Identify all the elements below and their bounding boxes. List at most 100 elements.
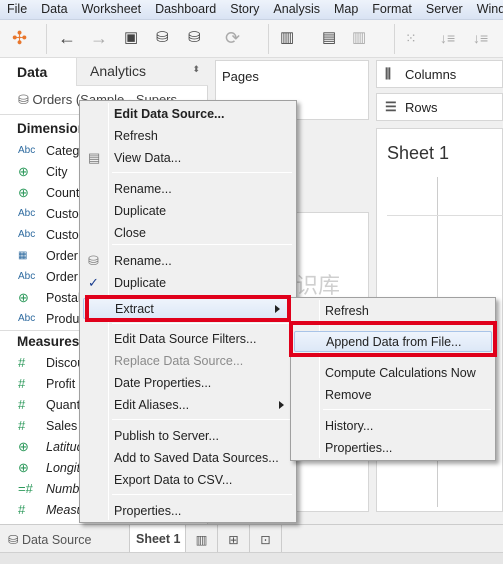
menu-item-label: Edit Aliases... — [114, 398, 190, 412]
menu-item-append-data-from-file[interactable]: Append Data from File... — [294, 331, 492, 352]
menu-item-label: Edit Data Source Filters... — [114, 332, 257, 346]
globe-icon: ⊕ — [18, 164, 29, 179]
menu-item-compute-calculations-now[interactable]: Compute Calculations Now — [291, 363, 495, 384]
menu-item-refresh[interactable]: Refresh — [291, 301, 495, 322]
menu-item-publish-to-server[interactable]: Publish to Server... — [80, 426, 296, 447]
menu-format[interactable]: Format — [365, 0, 419, 19]
menu-window[interactable]: Window — [470, 0, 503, 19]
menu-item-history[interactable]: History... — [291, 416, 495, 437]
columns-shelf[interactable]: ⫼ Columns — [376, 60, 503, 88]
menu-item-label: Refresh — [325, 304, 369, 318]
new-worksheet-icon[interactable]: ▥ — [186, 525, 218, 553]
sheet-title: Sheet 1 — [387, 143, 450, 163]
data-source-tab-label: Data Source — [21, 533, 92, 547]
submenu-arrow-icon — [279, 401, 284, 409]
menu-item-label: Edit Data Source... — [114, 107, 225, 121]
menu-item-label: Extract — [115, 302, 154, 316]
view-data-icon: ▤ — [88, 150, 101, 165]
duplicate-sheet-icon[interactable]: ▤ — [322, 28, 336, 48]
new-dashboard-icon[interactable]: ⊞ — [218, 525, 250, 553]
rows-icon: ☰ — [385, 99, 397, 114]
status-bar — [0, 552, 503, 564]
menu-item-label: Append Data from File... — [326, 335, 462, 349]
number-icon: # — [18, 376, 26, 391]
field-label: Order — [46, 270, 78, 284]
rows-shelf[interactable]: ☰ Rows — [376, 93, 503, 121]
menu-item-label: Duplicate — [114, 276, 167, 290]
menu-item-label: Publish to Server... — [114, 429, 219, 443]
new-worksheet-icon[interactable]: ▥ — [280, 28, 294, 48]
new-story-icon[interactable]: ⊡ — [250, 525, 282, 553]
menu-item-properties[interactable]: Properties... — [80, 501, 296, 522]
rows-label: Rows — [405, 100, 438, 115]
context-menu: Edit Data Source... Refresh View Data... Re… — [79, 100, 297, 523]
menu-server[interactable]: Server — [419, 0, 470, 19]
pages-label: Pages — [222, 69, 259, 84]
data-source-icon: ⛁ — [88, 253, 99, 268]
menu-item-label: Refresh — [114, 129, 158, 143]
menu-item-label: Close — [114, 226, 146, 240]
refresh-icon[interactable]: ⟳ — [225, 28, 240, 48]
data-source-tab[interactable]: ⛁ Data Source — [0, 525, 130, 553]
menu-item-view-data[interactable]: View Data... — [80, 148, 296, 169]
menu-map[interactable]: Map — [327, 0, 365, 19]
undo-icon[interactable]: ← — [58, 28, 76, 48]
text-type-icon: Abc — [18, 208, 36, 219]
clear-sheet-icon[interactable]: ▥ — [352, 28, 366, 48]
sort-ascending-icon[interactable]: ↓≡ — [440, 28, 455, 48]
menu-item-export-data-to-csv[interactable]: Export Data to CSV... — [80, 470, 296, 491]
field-label: City — [46, 165, 68, 179]
menu-dashboard[interactable]: Dashboard — [148, 0, 223, 19]
swap-icon[interactable]: ⁙ — [405, 28, 417, 48]
pause-updates-icon[interactable]: ⛁ — [188, 28, 201, 48]
text-type-icon: Abc — [18, 313, 36, 324]
menu-item-close[interactable]: Close — [80, 223, 296, 244]
menu-item-extract[interactable]: Extract — [83, 298, 293, 319]
sheet-1-tab[interactable]: Sheet 1 — [130, 525, 186, 553]
menu-item-duplicate[interactable]: Duplicate — [80, 201, 296, 222]
menu-item-edit-data-source[interactable]: Edit Data Source... — [80, 104, 296, 125]
tableau-logo-icon: ✣ — [12, 28, 28, 48]
menu-file[interactable]: File — [0, 0, 34, 19]
tab-analytics[interactable]: Analytics ⬍ — [76, 58, 208, 86]
menu-item-rename-extract[interactable]: Rename... — [80, 251, 296, 272]
tab-data[interactable]: Data — [0, 58, 76, 86]
field-label: Order — [46, 249, 78, 263]
field-label: Postal — [46, 291, 81, 305]
menu-item-label: Replace Data Source... — [114, 354, 244, 368]
menu-story[interactable]: Story — [223, 0, 266, 19]
menu-analysis[interactable]: Analysis — [266, 0, 327, 19]
menu-item-date-properties[interactable]: Date Properties... — [80, 373, 296, 394]
menu-item-label: Rename... — [114, 182, 172, 196]
menu-worksheet[interactable]: Worksheet — [75, 0, 149, 19]
menu-item-edit-data-source-filters[interactable]: Edit Data Source Filters... — [80, 329, 296, 350]
menu-item-duplicate-extract[interactable]: Duplicate — [80, 273, 296, 294]
menu-item-properties[interactable]: Properties... — [291, 438, 495, 459]
globe-icon: ⊕ — [18, 290, 29, 305]
toolbar: ✣ ← → ▣ ⛁ ⛁ ⟳ ▥ ▤ ▥ ⁙ ↓≡ ↓≡ — [0, 20, 503, 58]
menu-item-add-to-saved-data-sources[interactable]: Add to Saved Data Sources... — [80, 448, 296, 469]
save-icon[interactable]: ▣ — [124, 28, 138, 48]
menu-item-replace-data-source[interactable]: Replace Data Source... — [80, 351, 296, 372]
globe-icon: ⊕ — [18, 439, 29, 454]
menu-item-label: History... — [325, 419, 374, 433]
menu-item-remove[interactable]: Remove — [291, 385, 495, 406]
menu-item-rename[interactable]: Rename... — [80, 179, 296, 200]
number-icon: # — [18, 502, 26, 517]
redo-icon[interactable]: → — [90, 28, 108, 48]
sort-descending-icon[interactable]: ↓≡ — [473, 28, 488, 48]
extract-submenu: Refresh Append Data from File... Compute C… — [290, 297, 496, 461]
menu-item-edit-aliases[interactable]: Edit Aliases... — [80, 395, 296, 416]
number-icon: =# — [18, 481, 33, 496]
menu-item-label: Compute Calculations Now — [325, 366, 476, 380]
spinner-icon: ⬍ — [192, 64, 200, 74]
globe-icon: ⊕ — [18, 185, 29, 200]
menu-data[interactable]: Data — [34, 0, 74, 19]
new-data-source-icon[interactable]: ⛁ — [156, 28, 169, 48]
menu-item-label: View Data... — [114, 151, 182, 165]
number-icon: # — [18, 418, 26, 433]
tab-analytics-label: Analytics — [90, 63, 147, 79]
columns-icon: ⫼ — [385, 66, 391, 81]
menu-item-refresh[interactable]: Refresh — [80, 126, 296, 147]
text-type-icon: Abc — [18, 229, 36, 240]
